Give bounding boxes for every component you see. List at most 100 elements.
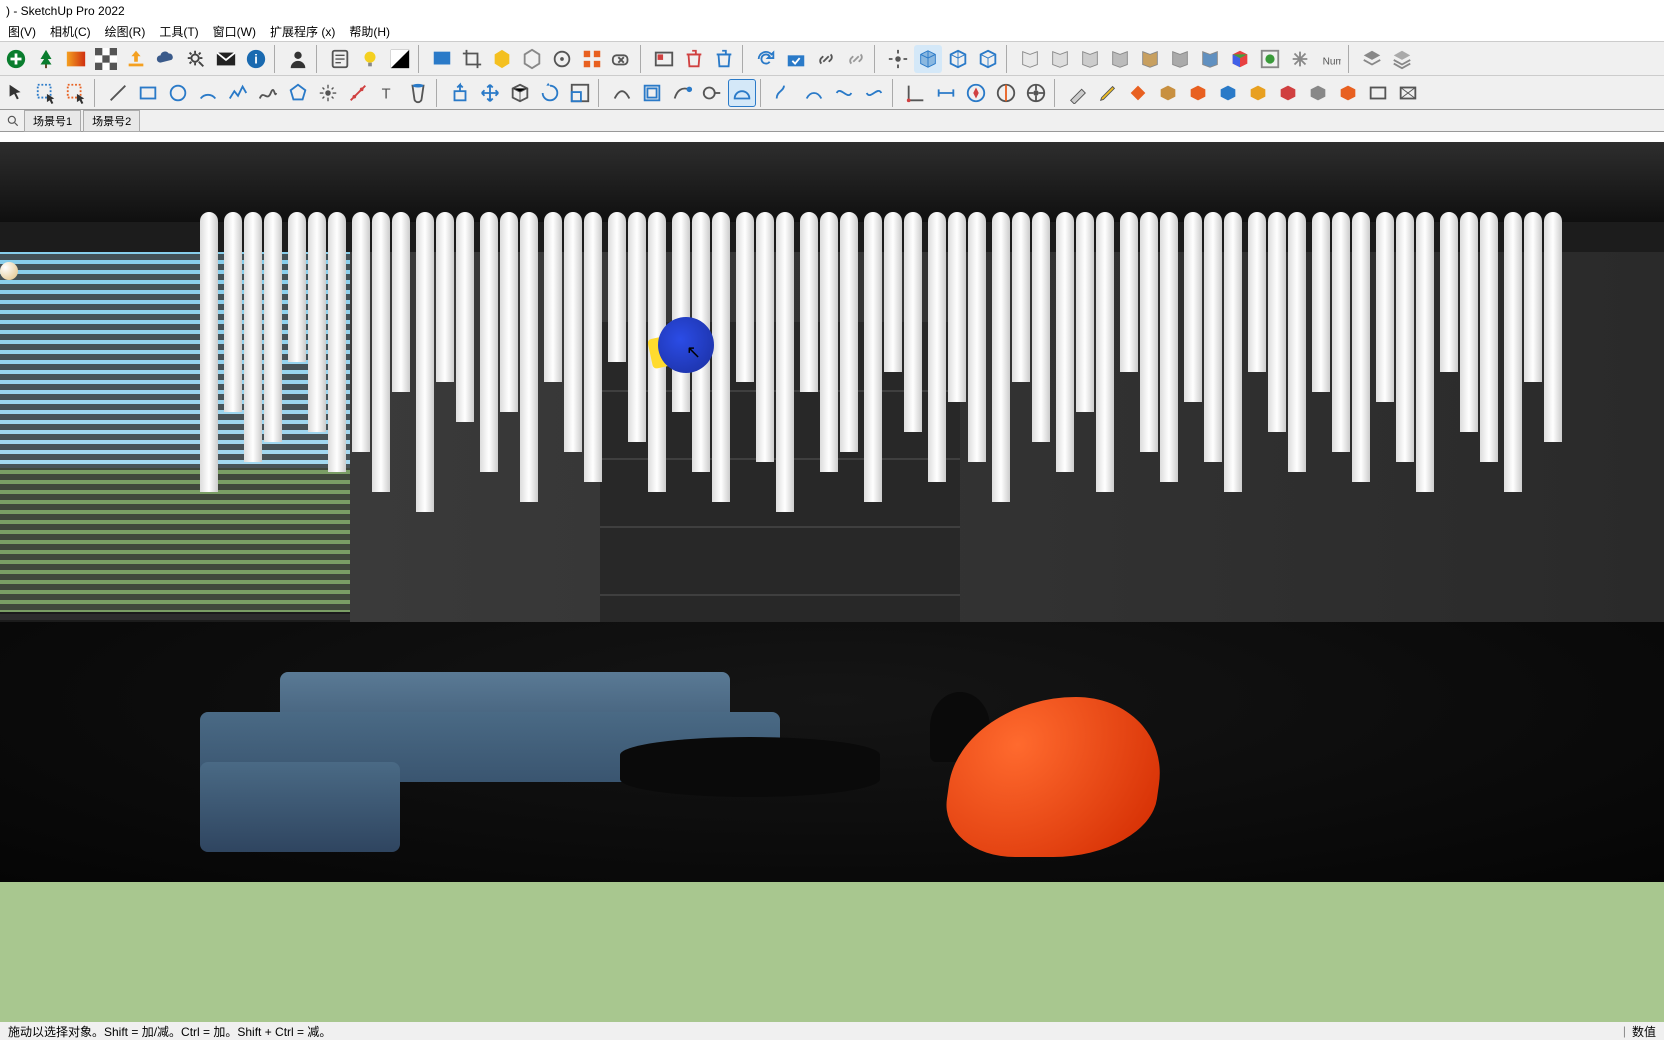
refresh-icon[interactable] [752,45,780,73]
pushpull-icon[interactable] [446,79,474,107]
cubec-icon[interactable] [1226,45,1254,73]
box-g-icon[interactable] [1334,79,1362,107]
bulb-icon[interactable] [356,45,384,73]
scene-tab-1[interactable]: 场景号1 [24,110,81,132]
fill-icon[interactable] [1124,79,1152,107]
trash-icon[interactable] [680,45,708,73]
center-icon[interactable] [884,45,912,73]
gradient-icon[interactable] [62,45,90,73]
box-e-icon[interactable] [1274,79,1302,107]
freehand-tool-icon[interactable] [254,79,282,107]
crop-icon[interactable] [458,45,486,73]
menu-extensions[interactable]: 扩展程序 (x) [266,23,339,40]
erase-icon[interactable] [608,45,636,73]
circle-tool-icon[interactable] [164,79,192,107]
tape-tool-icon[interactable] [698,79,726,107]
axes-icon[interactable] [902,79,930,107]
scene-tab-2[interactable]: 场景号2 [83,110,140,132]
dimension-icon[interactable] [932,79,960,107]
cube2-icon[interactable] [944,45,972,73]
mail-icon[interactable] [212,45,240,73]
select-window-icon[interactable] [32,79,60,107]
grid-icon[interactable] [578,45,606,73]
book5-icon[interactable] [1136,45,1164,73]
gear-icon[interactable] [182,45,210,73]
curve-c-icon[interactable] [830,79,858,107]
upload-icon[interactable] [122,45,150,73]
card-icon[interactable] [650,45,678,73]
layers2-icon[interactable] [1388,45,1416,73]
book7-icon[interactable] [1196,45,1224,73]
scale-tool-icon[interactable] [566,79,594,107]
book6-icon[interactable] [1166,45,1194,73]
knife-icon[interactable] [1064,79,1092,107]
arrow-tool-icon[interactable] [2,79,30,107]
book2-icon[interactable] [1046,45,1074,73]
line-tool-icon[interactable] [104,79,132,107]
hex-yellow-icon[interactable] [488,45,516,73]
pencil-icon[interactable] [1094,79,1122,107]
protractor-tool-icon[interactable] [728,79,756,107]
rectangle-tool-icon[interactable] [134,79,162,107]
box-h-icon[interactable] [1364,79,1392,107]
menu-draw[interactable]: 绘图(R) [101,23,150,40]
section-icon[interactable] [992,79,1020,107]
search-icon[interactable] [4,112,22,130]
cloud-icon[interactable] [152,45,180,73]
move-tool-icon[interactable] [476,79,504,107]
curve-d-icon[interactable] [860,79,888,107]
checker-icon[interactable] [92,45,120,73]
menu-window[interactable]: 窗口(W) [209,23,260,40]
arc-tool-icon[interactable] [194,79,222,107]
arc2-tool-icon[interactable] [608,79,636,107]
tree-icon[interactable] [32,45,60,73]
target-icon[interactable] [548,45,576,73]
paint-icon[interactable] [428,45,456,73]
package-icon[interactable] [506,79,534,107]
box-a-icon[interactable] [1154,79,1182,107]
viewport[interactable]: ↖ [0,132,1664,1022]
note-icon[interactable] [326,45,354,73]
book4-icon[interactable] [1106,45,1134,73]
curve-b-icon[interactable] [800,79,828,107]
link2-icon[interactable] [842,45,870,73]
divide-tool-icon[interactable] [344,79,372,107]
layers-icon[interactable] [1358,45,1386,73]
num-icon[interactable]: Num [1316,45,1344,73]
curve-a-icon[interactable] [770,79,798,107]
followme-tool-icon[interactable] [668,79,696,107]
contrast-icon[interactable] [386,45,414,73]
compass-icon[interactable] [962,79,990,107]
menu-tools[interactable]: 工具(T) [155,23,202,40]
cube3-icon[interactable] [974,45,1002,73]
polyline-tool-icon[interactable] [224,79,252,107]
offset-tool-icon[interactable] [638,79,666,107]
menu-help[interactable]: 帮助(H) [345,23,394,40]
trash2-icon[interactable] [710,45,738,73]
box-c-icon[interactable] [1214,79,1242,107]
cube1-icon[interactable] [914,45,942,73]
person-icon[interactable] [284,45,312,73]
steering-icon[interactable] [1022,79,1050,107]
add-icon[interactable] [2,45,30,73]
book1-icon[interactable] [1016,45,1044,73]
snap-tool-icon[interactable] [314,79,342,107]
bucket-tool-icon[interactable] [404,79,432,107]
link-icon[interactable] [812,45,840,73]
box-i-icon[interactable] [1394,79,1422,107]
book3-icon[interactable] [1076,45,1104,73]
rotate-tool-icon[interactable] [536,79,564,107]
text-tool-icon[interactable]: T [374,79,402,107]
polygon-tool-icon[interactable] [284,79,312,107]
asterisk-icon[interactable] [1286,45,1314,73]
menu-view[interactable]: 图(V) [4,23,40,40]
select-crossing-icon[interactable] [62,79,90,107]
hex-gray-icon[interactable] [518,45,546,73]
box-check-icon[interactable] [782,45,810,73]
box-d-icon[interactable] [1244,79,1272,107]
box-b-icon[interactable] [1184,79,1212,107]
box-f-icon[interactable] [1304,79,1332,107]
style-icon[interactable] [1256,45,1284,73]
info-icon[interactable]: i [242,45,270,73]
menu-camera[interactable]: 相机(C) [46,23,95,40]
